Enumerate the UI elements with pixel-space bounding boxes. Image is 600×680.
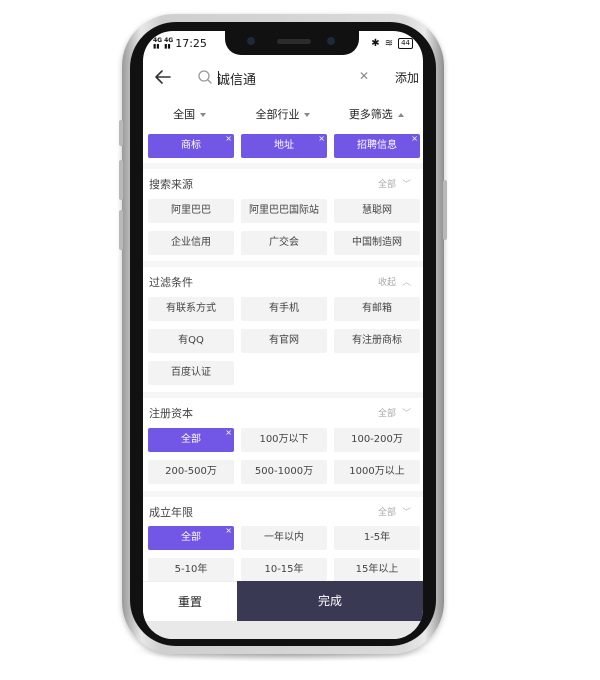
selected-tag-label: 招聘信息 [357,140,397,151]
remove-tag-icon[interactable]: × [225,131,232,151]
remove-tag-icon[interactable]: × [225,421,232,445]
status-right: ✱ ≋ 44 [371,38,413,49]
divider [143,392,423,398]
filter-panel[interactable]: 商标 × 地址 × 招聘信息 × 搜索来源 全部 ﹀ 阿里巴巴 阿里巴巴国际站 慧聪网 … [143,131,423,581]
selected-tag[interactable]: 招聘信息 × [334,134,420,158]
years-option[interactable]: 一年以内 [241,526,327,550]
front-camera [247,37,255,45]
years-option[interactable]: 10-15年 [241,558,327,581]
volume-down-button [119,210,123,250]
close-icon[interactable]: ✕ [359,69,369,83]
source-option[interactable]: 阿里巴巴 [148,199,234,223]
condition-option[interactable]: 有手机 [241,297,327,321]
reset-button[interactable]: 重置 [143,581,237,621]
done-button[interactable]: 完成 [237,581,423,621]
source-section-toggle-label: 全部 [377,180,396,190]
source-option[interactable]: 企业信用 [148,231,234,255]
condition-section-toggle[interactable]: 收起 ︿ [378,275,411,288]
capital-section-title: 注册资本 [149,407,193,420]
selected-tag[interactable]: 商标 × [148,134,234,158]
years-section-title: 成立年限 [149,506,193,519]
years-option[interactable]: 全部 × [148,526,234,550]
source-option[interactable]: 阿里巴巴国际站 [241,199,327,223]
text-cursor [218,71,219,85]
capital-option[interactable]: 100万以下 [241,428,327,452]
source-section-toggle[interactable]: 全部 ﹀ [378,177,411,190]
capital-option[interactable]: 500-1000万 [241,460,327,484]
tab-region[interactable]: 全国 [143,101,236,129]
capital-section-toggle[interactable]: 全部 ﹀ [378,406,411,419]
condition-option[interactable]: 百度认证 [148,361,234,385]
caret-up-icon [397,113,404,117]
phone-screen: 4G▮▮ 4G▮▮ 17:25 ✱ ≋ 44 ✕ 添加 全国 全部行业 [143,31,423,639]
condition-section-title: 过滤条件 [149,276,193,289]
search-input[interactable] [217,67,347,89]
bottom-action-bar: 重置 完成 [143,581,423,621]
condition-option[interactable]: 有QQ [148,329,234,353]
divider [143,163,423,169]
condition-section-toggle-label: 收起 [377,278,396,288]
condition-option[interactable]: 有邮箱 [334,297,420,321]
tab-region-label: 全国 [173,108,196,121]
divider [143,261,423,267]
capital-option[interactable]: 全部 × [148,428,234,452]
search-bar: ✕ 添加 [143,63,423,93]
home-indicator-area [143,621,423,639]
signal-icon: 4G ▮▮ [153,36,163,50]
remove-tag-icon[interactable]: × [411,131,418,151]
caret-down-icon [200,113,207,117]
tab-industry-label: 全部行业 [255,108,300,121]
years-option[interactable]: 5-10年 [148,558,234,581]
source-option[interactable]: 广交会 [241,231,327,255]
source-option[interactable]: 中国制造网 [334,231,420,255]
wifi-icon: ≋ [384,38,394,49]
add-button[interactable]: 添加 [395,69,419,86]
mute-switch [119,120,123,146]
capital-option-label: 全部 [181,434,201,445]
capital-option[interactable]: 100-200万 [334,428,420,452]
bluetooth-icon: ✱ [371,38,380,49]
years-section-toggle[interactable]: 全部 ﹀ [378,505,411,518]
tab-more-filters[interactable]: 更多筛选 [330,101,423,129]
selected-tag-label: 地址 [274,140,294,151]
selected-tag-label: 商标 [181,140,201,151]
condition-option[interactable]: 有联系方式 [148,297,234,321]
chevron-down-icon: ﹀ [401,180,411,190]
years-section-toggle-label: 全部 [377,508,396,518]
years-option[interactable]: 1-5年 [334,526,420,550]
chevron-down-icon: ﹀ [401,409,411,419]
remove-tag-icon[interactable]: × [225,519,232,543]
capital-section-toggle-label: 全部 [377,409,396,419]
remove-tag-icon[interactable]: × [318,131,325,151]
back-arrow-icon[interactable] [151,65,175,89]
caret-down-icon [304,113,311,117]
divider [143,491,423,497]
years-option[interactable]: 15年以上 [334,558,420,581]
tab-industry[interactable]: 全部行业 [236,101,329,129]
source-section-title: 搜索来源 [149,178,193,191]
sensor [327,37,335,45]
capital-option[interactable]: 200-500万 [148,460,234,484]
status-left: 4G ▮▮ 4G ▮▮ 17:25 [153,37,207,50]
power-button [443,180,447,240]
volume-up-button [119,160,123,200]
chevron-down-icon: ﹀ [401,508,411,518]
capital-option[interactable]: 1000万以上 [334,460,420,484]
condition-option[interactable]: 有注册商标 [334,329,420,353]
condition-option[interactable]: 有官网 [241,329,327,353]
source-option[interactable]: 慧聪网 [334,199,420,223]
status-time: 17:25 [175,37,207,50]
chevron-up-icon: ︿ [401,278,411,288]
search-icon [198,70,212,84]
filter-tabs: 全国 全部行业 更多筛选 [143,101,423,129]
signal-icon-2: 4G ▮▮ [164,36,174,50]
tab-more-filters-label: 更多筛选 [348,108,393,121]
selected-tag[interactable]: 地址 × [241,134,327,158]
notch [225,31,359,55]
battery-icon: 44 [398,38,413,49]
years-option-label: 全部 [181,532,201,543]
speaker-grille [277,39,311,44]
